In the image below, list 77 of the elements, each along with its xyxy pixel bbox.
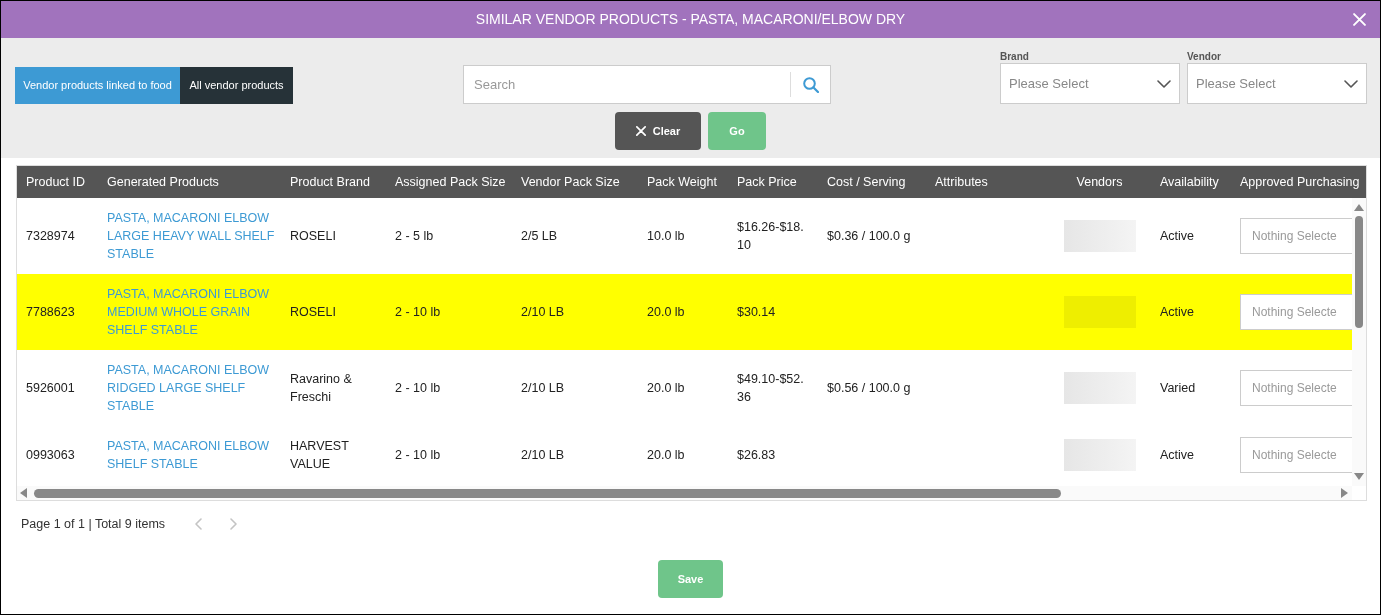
dialog-title: SIMILAR VENDOR PRODUCTS - PASTA, MACARONI/ELBOW DRY xyxy=(475,10,906,29)
scroll-up-icon[interactable] xyxy=(1354,204,1364,211)
pack-weight: 20.0 lb xyxy=(647,380,686,397)
scrollbar-thumb[interactable] xyxy=(34,488,1061,498)
vendor-select[interactable]: Please Select xyxy=(1187,63,1367,104)
pack-weight: 20.0 lb xyxy=(647,447,686,464)
chevron-left-icon xyxy=(195,518,203,530)
product-link[interactable]: PASTA, MACARONI ELBOW RIDGED LARGE SHELF STABLE xyxy=(107,361,279,415)
availability-status: Varied xyxy=(1160,380,1197,397)
go-button[interactable]: Go xyxy=(708,112,766,150)
product-brand: ROSELI xyxy=(290,228,337,245)
assigned-pack-size: 2 - 5 lb xyxy=(395,228,435,245)
filter-tab[interactable]: All vendor products xyxy=(180,67,293,104)
column-header: Cost / Serving xyxy=(827,173,906,191)
availability-status: Active xyxy=(1160,304,1196,321)
purchasing-select[interactable]: Nothing Selecte xyxy=(1240,437,1352,473)
pack-price: $16.26-$18.10 xyxy=(737,219,805,254)
product-brand: Ravarino & Freschi xyxy=(290,371,353,406)
column-header: Product ID xyxy=(26,173,86,191)
product-id: 7788623 xyxy=(26,304,76,321)
purchasing-select[interactable]: Nothing Selecte xyxy=(1240,370,1352,406)
assigned-pack-size: 2 - 10 lb xyxy=(395,304,442,321)
product-id: 0993063 xyxy=(26,447,76,464)
product-link[interactable]: PASTA, MACARONI ELBOW LARGE HEAVY WALL SHELF STABLE xyxy=(107,209,279,263)
assigned-pack-size: 2 - 10 lb xyxy=(395,380,442,397)
column-header: Assigned Pack Size xyxy=(395,173,506,191)
vendor-pack-size: 2/10 LB xyxy=(521,380,566,397)
column-header: Vendor Pack Size xyxy=(521,173,620,191)
brand-select[interactable]: Please Select xyxy=(1000,63,1180,104)
pack-weight: 10.0 lb xyxy=(647,228,686,245)
filter-tab[interactable]: Vendor products linked to food xyxy=(15,67,180,104)
product-link[interactable]: PASTA, MACARONI ELBOW SHELF STABLE xyxy=(107,437,279,473)
pack-price: $49.10-$52.36 xyxy=(737,371,805,406)
horizontal-scrollbar[interactable] xyxy=(17,486,1352,500)
chevron-down-icon xyxy=(1157,79,1171,88)
vendor-label: Vendor xyxy=(1187,50,1222,63)
cost-per-serving: $0.36 / 100.0 g xyxy=(827,228,912,245)
vertical-scrollbar[interactable] xyxy=(1352,198,1366,486)
vendor-pack-size: 2/5 LB xyxy=(521,228,559,245)
column-header: Approved Purchasing xyxy=(1240,173,1360,191)
scroll-right-icon[interactable] xyxy=(1341,488,1348,498)
column-header: Vendors xyxy=(1076,173,1123,191)
product-brand: ROSELI xyxy=(290,304,337,321)
close-icon xyxy=(1353,13,1366,26)
close-button[interactable] xyxy=(1353,13,1366,26)
product-brand: HARVEST VALUE xyxy=(290,438,350,473)
chevron-right-icon xyxy=(230,518,238,530)
assigned-pack-size: 2 - 10 lb xyxy=(395,447,442,464)
column-header: Generated Products xyxy=(107,173,219,191)
column-header: Product Brand xyxy=(290,173,370,191)
product-link[interactable]: PASTA, MACARONI ELBOW MEDIUM WHOLE GRAIN SHELF STABLE xyxy=(107,285,279,339)
vendor-pack-size: 2/10 LB xyxy=(521,304,566,321)
availability-status: Active xyxy=(1160,228,1196,245)
product-id: 5926001 xyxy=(26,380,76,397)
vendor-pack-size: 2/10 LB xyxy=(521,447,566,464)
table-row[interactable]: 7788623 PASTA, MACARONI ELBOW MEDIUM WHOLE GRAIN SHELF STABLE ROSELI 2 - 10 lb 2/10 LB 20.0 lb $30.14 Active Nothing Selecte xyxy=(17,274,1352,350)
column-header: Availability xyxy=(1160,173,1219,191)
pack-price: $26.83 xyxy=(737,447,777,464)
scroll-down-icon[interactable] xyxy=(1354,473,1364,480)
column-header: Pack Weight xyxy=(647,173,717,191)
product-id: 7328974 xyxy=(26,228,76,245)
cost-per-serving: $0.56 / 100.0 g xyxy=(827,380,912,397)
x-icon xyxy=(635,126,646,136)
purchasing-select[interactable]: Nothing Selecte xyxy=(1240,294,1352,330)
scroll-left-icon[interactable] xyxy=(20,488,27,498)
clear-button[interactable]: Clear xyxy=(615,112,701,150)
purchasing-select[interactable]: Nothing Selecte xyxy=(1240,218,1352,254)
pack-price: $30.14 xyxy=(737,304,777,321)
pagination-summary: Page 1 of 1 | Total 9 items xyxy=(21,515,166,533)
brand-label: Brand xyxy=(1000,50,1030,63)
column-header: Pack Price xyxy=(737,173,797,191)
chevron-down-icon xyxy=(1344,79,1358,88)
save-button[interactable]: Save xyxy=(658,560,723,598)
column-header: Attributes xyxy=(935,173,988,191)
availability-status: Active xyxy=(1160,447,1196,464)
pack-weight: 20.0 lb xyxy=(647,304,686,321)
scrollbar-thumb[interactable] xyxy=(1355,216,1363,328)
